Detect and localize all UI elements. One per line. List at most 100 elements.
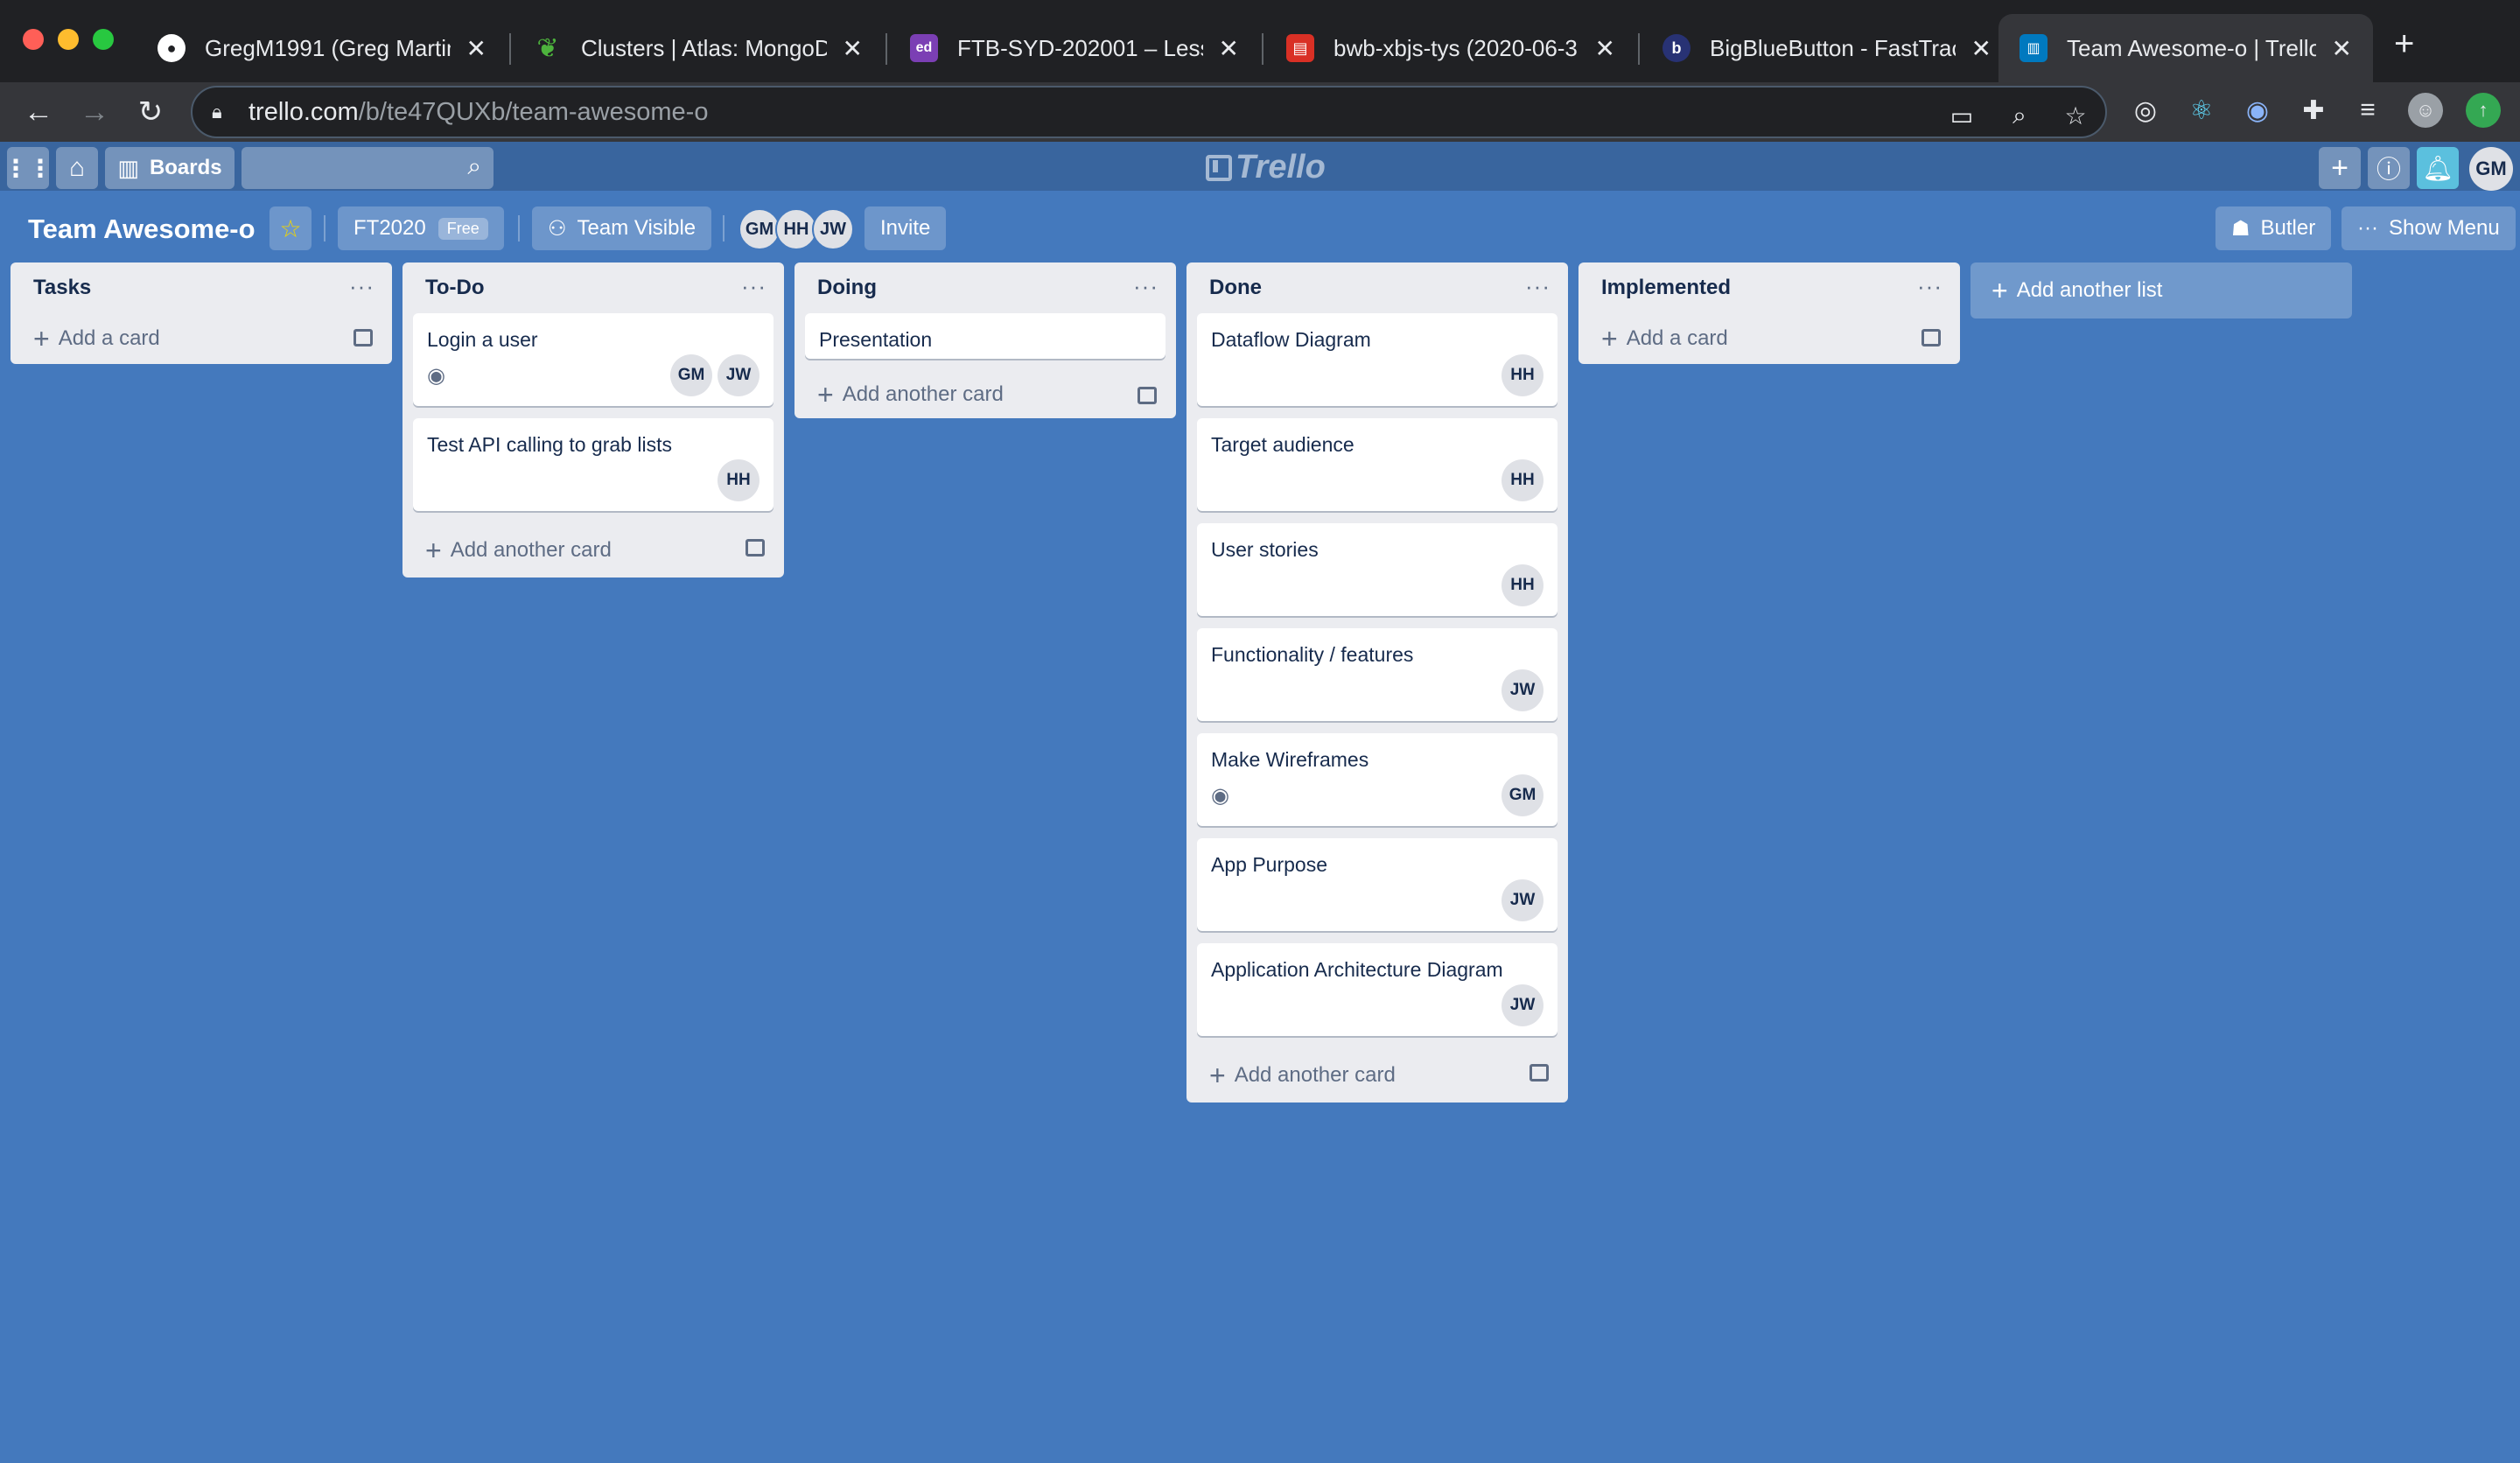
- list-header[interactable]: Implemented ···: [1578, 262, 1960, 313]
- close-tab-icon[interactable]: ✕: [1971, 34, 1992, 63]
- list-header[interactable]: Tasks ···: [10, 262, 392, 313]
- list-menu-icon[interactable]: ···: [1133, 273, 1158, 300]
- list-title[interactable]: Doing: [817, 276, 877, 300]
- card-member-avatar[interactable]: JW: [1502, 669, 1544, 711]
- close-tab-icon[interactable]: ✕: [1595, 34, 1615, 63]
- tab-title: Clusters | Atlas: MongoDB: [581, 34, 827, 61]
- card-member-avatar[interactable]: JW: [718, 354, 760, 396]
- board-member-avatar[interactable]: GM: [738, 208, 780, 250]
- add-card-button[interactable]: + Add a card: [1578, 313, 1960, 364]
- trello-logo[interactable]: Trello: [1206, 149, 1326, 186]
- browser-tab-recording[interactable]: ▤ bwb-xbjs-tys (2020-06-3 ✕: [1265, 14, 1636, 82]
- list-done: Done ··· Dataflow Diagram HH Target audi…: [1186, 262, 1568, 1102]
- extension-target-icon[interactable]: ◎: [2128, 93, 2163, 128]
- card-member-avatar[interactable]: HH: [718, 459, 760, 501]
- boards-button[interactable]: ▥ Boards: [105, 147, 234, 189]
- card-template-icon[interactable]: [1922, 329, 1941, 346]
- list-header[interactable]: Done ···: [1186, 262, 1568, 313]
- profile-avatar[interactable]: ☺: [2408, 93, 2443, 128]
- card-member-avatar[interactable]: GM: [670, 354, 712, 396]
- browser-tab-trello[interactable]: ▥ Team Awesome-o | Trello ✕: [1998, 14, 2373, 82]
- card-template-icon[interactable]: [1138, 387, 1157, 404]
- bookmark-star-icon[interactable]: ☆: [2058, 98, 2093, 133]
- maximize-window-button[interactable]: [93, 29, 114, 50]
- card-make-wireframes[interactable]: Make Wireframes ◉ GM: [1197, 733, 1558, 826]
- browser-tab-ed-lesson[interactable]: ed FTB-SYD-202001 – Lesso ✕: [889, 14, 1260, 82]
- close-tab-icon[interactable]: ✕: [843, 34, 863, 63]
- card-member-avatar[interactable]: JW: [1502, 984, 1544, 1026]
- list-title[interactable]: Implemented: [1601, 276, 1731, 300]
- url-text[interactable]: trello.com/b/te47QUXb/team-awesome-o: [248, 98, 2105, 127]
- add-card-button[interactable]: + Add another card: [794, 371, 1176, 418]
- close-window-button[interactable]: [23, 29, 44, 50]
- react-devtools-icon[interactable]: ⚛: [2184, 93, 2219, 128]
- update-icon[interactable]: ↑: [2466, 93, 2501, 128]
- address-bar[interactable]: 🔒︎ trello.com/b/te47QUXb/team-awesome-o …: [191, 86, 2107, 138]
- apps-button[interactable]: ⋮⋮: [4, 147, 52, 189]
- card-target-audience[interactable]: Target audience HH: [1197, 418, 1558, 511]
- card-member-avatar[interactable]: JW: [1502, 879, 1544, 921]
- add-card-button[interactable]: + Add another card: [1186, 1048, 1568, 1102]
- list-header[interactable]: Doing ···: [794, 262, 1176, 313]
- list-title[interactable]: To-Do: [425, 276, 485, 300]
- card-template-icon[interactable]: [1530, 1064, 1549, 1082]
- media-queue-icon[interactable]: ≡: [2350, 93, 2385, 128]
- add-card-button[interactable]: + Add a card: [10, 313, 392, 364]
- close-tab-icon[interactable]: ✕: [1219, 34, 1239, 63]
- card-member-avatar[interactable]: HH: [1502, 564, 1544, 606]
- reload-button[interactable]: ↻: [131, 93, 170, 131]
- card-template-icon[interactable]: [746, 539, 765, 556]
- show-menu-button[interactable]: ··· Show Menu: [2342, 206, 2516, 250]
- browser-tab-bigbluebutton[interactable]: b BigBlueButton - FastTrack ✕: [1642, 14, 2012, 82]
- create-button[interactable]: +: [2319, 147, 2361, 189]
- card-member-avatar[interactable]: GM: [1502, 774, 1544, 816]
- browser-tab-mongodb[interactable]: ❦ Clusters | Atlas: MongoDB ✕: [513, 14, 884, 82]
- minimize-window-button[interactable]: [58, 29, 79, 50]
- cast-icon[interactable]: ▭: [1944, 98, 1979, 133]
- forward-button[interactable]: →: [75, 93, 114, 131]
- search-input[interactable]: ⌕: [242, 147, 494, 189]
- list-menu-icon[interactable]: ···: [1917, 273, 1942, 300]
- card-member-avatar[interactable]: HH: [1502, 459, 1544, 501]
- add-list-button[interactable]: + Add another list: [1970, 262, 2352, 318]
- close-tab-icon[interactable]: ✕: [466, 34, 486, 63]
- browser-tab-github[interactable]: ● GregM1991 (Greg Martin) ✕: [136, 14, 508, 82]
- list-header[interactable]: To-Do ···: [402, 262, 784, 313]
- list-menu-icon[interactable]: ···: [741, 273, 766, 300]
- star-board-button[interactable]: ☆: [270, 206, 312, 250]
- card-test-api[interactable]: Test API calling to grab lists HH: [413, 418, 774, 511]
- visibility-button[interactable]: ⚇ Team Visible: [532, 206, 712, 250]
- extension-circle-icon[interactable]: ◉: [2240, 93, 2275, 128]
- tab-separator: [1638, 33, 1640, 65]
- back-button[interactable]: ←: [19, 93, 58, 131]
- extensions-puzzle-icon[interactable]: ✚: [2296, 93, 2331, 128]
- notifications-button[interactable]: 🔔︎: [2417, 147, 2459, 189]
- board-member-avatar[interactable]: JW: [812, 208, 854, 250]
- butler-button[interactable]: ☗ Butler: [2216, 206, 2332, 250]
- url-host: trello.com: [248, 97, 359, 126]
- list-menu-icon[interactable]: ···: [349, 273, 374, 300]
- board-title[interactable]: Team Awesome-o: [28, 214, 256, 245]
- zoom-icon[interactable]: ⌕: [2002, 98, 2037, 133]
- list-menu-icon[interactable]: ···: [1525, 273, 1550, 300]
- card-user-stories[interactable]: User stories HH: [1197, 523, 1558, 616]
- card-member-avatar[interactable]: HH: [1502, 354, 1544, 396]
- card-template-icon[interactable]: [354, 329, 373, 346]
- close-tab-icon[interactable]: ✕: [2332, 34, 2352, 63]
- board-member-avatar[interactable]: HH: [775, 208, 817, 250]
- list-title[interactable]: Done: [1209, 276, 1262, 300]
- home-button[interactable]: ⌂: [56, 147, 98, 189]
- card-functionality-features[interactable]: Functionality / features JW: [1197, 628, 1558, 721]
- new-tab-button[interactable]: +: [2394, 26, 2414, 61]
- card-app-purpose[interactable]: App Purpose JW: [1197, 838, 1558, 931]
- card-login-a-user[interactable]: Login a user ◉ GM JW: [413, 313, 774, 406]
- card-application-architecture-diagram[interactable]: Application Architecture Diagram JW: [1197, 943, 1558, 1036]
- invite-button[interactable]: Invite: [864, 206, 947, 250]
- card-presentation[interactable]: Presentation: [805, 313, 1166, 359]
- member-avatar[interactable]: GM: [2469, 147, 2513, 191]
- list-title[interactable]: Tasks: [33, 276, 91, 300]
- add-card-button[interactable]: + Add another card: [402, 523, 784, 578]
- card-dataflow-diagram[interactable]: Dataflow Diagram HH: [1197, 313, 1558, 406]
- info-button[interactable]: ⓘ: [2368, 147, 2410, 189]
- team-button[interactable]: FT2020 Free: [338, 206, 504, 250]
